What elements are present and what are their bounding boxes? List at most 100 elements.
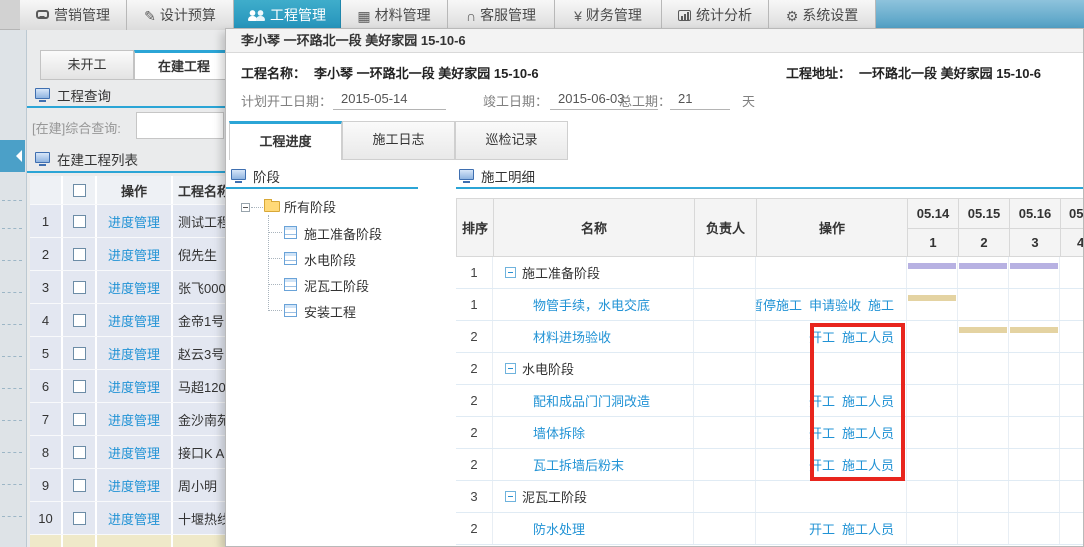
tree-node-stage[interactable]: 安装工程 bbox=[304, 302, 356, 321]
table-row: 7 进度管理 金沙南苑 bbox=[30, 402, 225, 435]
task-name-cell[interactable]: 墙体拆除 bbox=[493, 417, 694, 448]
start-work-link[interactable]: 开工 bbox=[809, 423, 835, 442]
progress-mgmt-link[interactable]: 进度管理 bbox=[108, 311, 160, 330]
task-name-link[interactable]: 配和成品门门洞改造 bbox=[533, 391, 650, 410]
table-row: 8 进度管理 接口K A bbox=[30, 435, 225, 468]
stage-panel-title: 阶段 bbox=[253, 166, 280, 186]
row-checkbox[interactable] bbox=[73, 248, 86, 261]
workers-link[interactable]: 施工人员 bbox=[842, 391, 894, 410]
task-name-link[interactable]: 瓦工拆墙后粉末 bbox=[533, 455, 624, 474]
tab-progress[interactable]: 工程进度 bbox=[229, 121, 342, 160]
header-checkbox-cell bbox=[63, 176, 97, 204]
start-work-link[interactable]: 开工 bbox=[809, 519, 835, 538]
task-name-cell[interactable]: 防水处理 bbox=[493, 513, 694, 544]
collapse-icon[interactable] bbox=[505, 363, 516, 374]
progress-mgmt-link[interactable]: 进度管理 bbox=[108, 410, 160, 429]
task-name-cell[interactable]: 瓦工拆墙后粉末 bbox=[493, 449, 694, 480]
row-checkbox[interactable] bbox=[73, 512, 86, 525]
tab-not-started[interactable]: 未开工 bbox=[40, 50, 134, 80]
project-name: 周小明 bbox=[173, 469, 225, 501]
workers-link[interactable]: 施工人员 bbox=[842, 519, 894, 538]
progress-mgmt-link[interactable]: 进度管理 bbox=[108, 344, 160, 363]
project-addr-label: 工程地址： bbox=[786, 63, 851, 82]
section-underline bbox=[226, 187, 418, 189]
task-name-cell[interactable]: 配和成品门门洞改造 bbox=[493, 385, 694, 416]
tree-expander-icon[interactable] bbox=[241, 203, 250, 212]
stage-group-row: 1 施工准备阶段 bbox=[456, 257, 1084, 289]
col-date: 05.17 4 bbox=[1061, 199, 1084, 256]
gantt-bar bbox=[959, 263, 1007, 269]
tree-node-stage[interactable]: 泥瓦工阶段 bbox=[304, 276, 369, 295]
gantt-cell bbox=[1060, 449, 1084, 480]
select-all-checkbox[interactable] bbox=[73, 184, 86, 197]
col-ops: 操作 bbox=[757, 199, 908, 256]
row-index bbox=[30, 535, 63, 547]
tab-log[interactable]: 施工日志 bbox=[342, 121, 455, 160]
project-name-label: 工程名称： bbox=[241, 63, 306, 82]
nav-tab-design[interactable]: ✎设计预算 bbox=[127, 0, 234, 30]
nav-tab-label: 营销管理 bbox=[54, 7, 110, 23]
nav-tab-service[interactable]: ∩客服管理 bbox=[448, 0, 555, 30]
nav-tab-settings[interactable]: ⚙系统设置 bbox=[769, 0, 876, 30]
task-name-link[interactable]: 物管手续，水电交底 bbox=[533, 295, 650, 314]
gantt-cell bbox=[907, 385, 958, 416]
date-label: 05.16 bbox=[1010, 199, 1060, 229]
section-underline bbox=[456, 187, 1084, 189]
row-checkbox[interactable] bbox=[73, 413, 86, 426]
row-checkbox[interactable] bbox=[73, 479, 86, 492]
row-checkbox[interactable] bbox=[73, 380, 86, 393]
collapse-icon[interactable] bbox=[505, 491, 516, 502]
workers-link[interactable]: 施工人员 bbox=[842, 455, 894, 474]
day-number: 3 bbox=[1010, 229, 1060, 257]
collapse-icon[interactable] bbox=[505, 267, 516, 278]
start-work-link[interactable]: 开工 bbox=[809, 455, 835, 474]
start-work-link[interactable]: 开工 bbox=[809, 327, 835, 346]
row-checkbox[interactable] bbox=[73, 215, 86, 228]
pause-link[interactable]: 暂停施工 bbox=[756, 295, 802, 314]
workers-link[interactable]: 施工人员 bbox=[842, 423, 894, 442]
apply-accept-link[interactable]: 申请验收 bbox=[809, 295, 861, 314]
task-name-link[interactable]: 防水处理 bbox=[533, 519, 585, 538]
task-name-link[interactable]: 材料进场验收 bbox=[533, 327, 611, 346]
progress-mgmt-link[interactable]: 进度管理 bbox=[108, 245, 160, 264]
search-input[interactable] bbox=[136, 112, 224, 139]
task-name-link[interactable]: 墙体拆除 bbox=[533, 423, 585, 442]
gantt-cell bbox=[1009, 385, 1060, 416]
tree-node-stage[interactable]: 施工准备阶段 bbox=[304, 224, 382, 243]
progress-mgmt-link[interactable]: 进度管理 bbox=[108, 443, 160, 462]
gantt-cell bbox=[958, 513, 1009, 544]
plan-start-value: 2015-05-14 bbox=[333, 91, 446, 110]
progress-mgmt-link[interactable]: 进度管理 bbox=[108, 377, 160, 396]
gantt-cell bbox=[958, 353, 1009, 384]
construction-link[interactable]: 施工 bbox=[868, 295, 894, 314]
tree-node-root[interactable]: 所有阶段 bbox=[284, 197, 336, 216]
collapse-sidebar-handle[interactable] bbox=[0, 140, 25, 172]
task-name-cell[interactable]: 物管手续，水电交底 bbox=[493, 289, 694, 320]
row-checkbox[interactable] bbox=[73, 281, 86, 294]
progress-mgmt-link[interactable]: 进度管理 bbox=[108, 476, 160, 495]
nav-tab-marketing[interactable]: 营销管理 bbox=[20, 0, 127, 30]
nav-tab-materials[interactable]: ▦材料管理 bbox=[341, 0, 448, 30]
start-work-link[interactable]: 开工 bbox=[809, 391, 835, 410]
progress-mgmt-link[interactable]: 进度管理 bbox=[108, 278, 160, 297]
progress-mgmt-link[interactable]: 进度管理 bbox=[108, 212, 160, 231]
tree-connector bbox=[269, 284, 282, 285]
tab-in-construction[interactable]: 在建工程 bbox=[134, 50, 225, 80]
stage-icon bbox=[284, 226, 297, 239]
gantt-cell bbox=[1060, 417, 1084, 448]
workers-link[interactable]: 施工人员 bbox=[842, 327, 894, 346]
task-name-cell[interactable]: 材料进场验收 bbox=[493, 321, 694, 352]
nav-tab-engineering[interactable]: 工程管理 bbox=[234, 0, 341, 30]
ops-cell: 开工施工人员 bbox=[756, 513, 907, 544]
row-checkbox[interactable] bbox=[73, 347, 86, 360]
tree-node-stage[interactable]: 水电阶段 bbox=[304, 250, 356, 269]
nav-tab-statistics[interactable]: 统计分析 bbox=[662, 0, 769, 30]
tab-inspection[interactable]: 巡检记录 bbox=[455, 121, 568, 160]
splitter-dash bbox=[2, 516, 22, 517]
nav-tab-finance[interactable]: ¥财务管理 bbox=[555, 0, 662, 30]
owner-cell bbox=[694, 449, 756, 480]
row-checkbox[interactable] bbox=[73, 446, 86, 459]
progress-mgmt-link[interactable]: 进度管理 bbox=[108, 509, 160, 528]
row-index: 7 bbox=[30, 403, 63, 435]
row-checkbox[interactable] bbox=[73, 314, 86, 327]
